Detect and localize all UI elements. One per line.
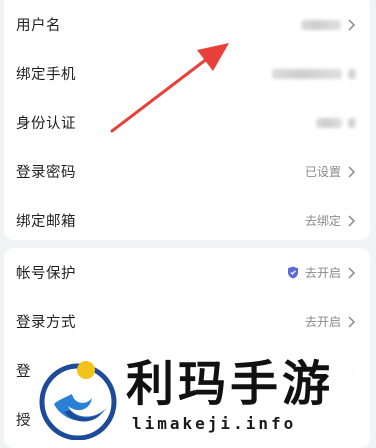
phone-row[interactable]: 绑定手机 <box>4 49 370 98</box>
username-label: 用户名 <box>16 18 61 34</box>
phone-value-redacted <box>272 68 342 79</box>
chevron-right-icon <box>348 315 356 328</box>
login-method-label: 登录方式 <box>16 315 76 331</box>
chevron-right-icon <box>348 214 356 227</box>
login-method-status: 去开启 <box>304 315 341 329</box>
login-row-label: 登 <box>16 364 31 380</box>
login-method-row[interactable]: 登录方式 去开启 <box>4 297 370 346</box>
shield-icon <box>287 266 298 279</box>
watermark-url: limakeji.info <box>132 414 297 433</box>
identity-label: 身份认证 <box>16 116 76 132</box>
password-status: 已设置 <box>304 165 341 179</box>
email-status: 去绑定 <box>304 214 341 228</box>
account-protection-status: 去开启 <box>304 266 341 280</box>
chevron-right-icon <box>348 18 356 31</box>
username-row[interactable]: 用户名 <box>4 0 370 49</box>
watermark-title: 利玛手游 <box>126 356 335 412</box>
watermark-logo-icon <box>39 361 117 440</box>
watermark-overlay: 利玛手游 limakeji.info <box>34 352 364 441</box>
email-label: 绑定邮箱 <box>16 214 76 230</box>
chevron-right-icon <box>348 266 356 279</box>
chevron-right-icon <box>348 165 356 178</box>
password-label: 登录密码 <box>16 165 76 181</box>
identity-value-redacted <box>316 117 342 128</box>
email-row[interactable]: 绑定邮箱 去绑定 <box>4 196 370 240</box>
username-value-redacted <box>301 19 341 30</box>
identity-row[interactable]: 身份认证 <box>4 98 370 147</box>
authorize-row-label: 授 <box>16 413 31 429</box>
password-row[interactable]: 登录密码 已设置 <box>4 147 370 196</box>
account-protection-label: 帐号保护 <box>16 266 76 282</box>
account-protection-row[interactable]: 帐号保护 去开启 <box>4 248 370 297</box>
phone-label: 绑定手机 <box>16 67 76 83</box>
account-info-card: 用户名 绑定手机 身份认证 登录密码 已设置 绑定邮箱 去绑定 <box>4 0 370 240</box>
